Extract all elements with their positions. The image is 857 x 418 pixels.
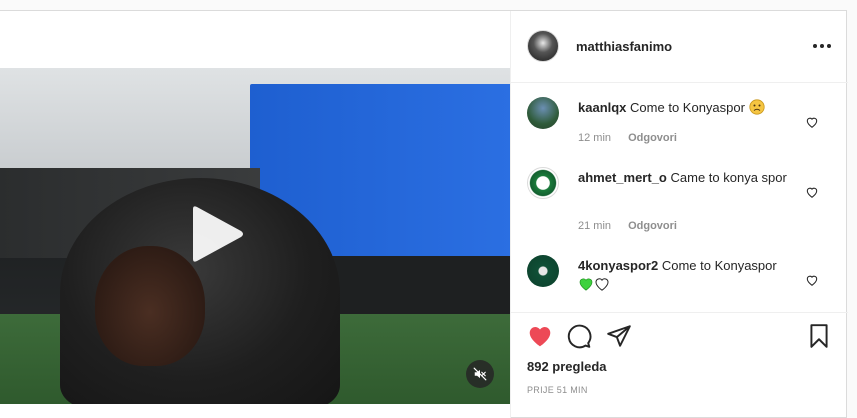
view-count[interactable]: 892 pregleda bbox=[527, 359, 607, 374]
commenter-avatar[interactable] bbox=[527, 255, 559, 287]
comment-body: Came to konya spor bbox=[670, 170, 787, 185]
post-header: matthiasfanimo bbox=[511, 11, 848, 83]
post-media bbox=[0, 11, 510, 418]
author-avatar[interactable] bbox=[527, 30, 559, 62]
comment-text: ahmet_mert_o Came to konya spor bbox=[578, 169, 798, 187]
comment-time: 21 min bbox=[578, 220, 612, 232]
comment-item: 4konyaspor2 Come to Konyaspor bbox=[527, 255, 832, 305]
speaker-muted-icon bbox=[473, 367, 487, 381]
commenter-username[interactable]: 4konyaspor2 bbox=[578, 258, 658, 273]
commenter-avatar[interactable] bbox=[527, 167, 559, 199]
more-options-icon[interactable] bbox=[811, 37, 833, 55]
commenter-avatar[interactable] bbox=[527, 97, 559, 129]
comment-item: kaanlqx Come to Konyaspor 12 min Odgovor… bbox=[527, 97, 832, 157]
comments-list: kaanlqx Come to Konyaspor 12 min Odgovor… bbox=[511, 83, 848, 312]
comment-meta: 12 min Odgovori bbox=[578, 132, 691, 144]
play-icon[interactable] bbox=[183, 203, 245, 265]
comment-like-heart-icon[interactable] bbox=[805, 115, 819, 129]
commenter-username[interactable]: kaanlqx bbox=[578, 100, 626, 115]
green-heart-emoji-icon bbox=[579, 278, 593, 291]
share-paper-plane-icon[interactable] bbox=[606, 323, 632, 349]
video-player[interactable] bbox=[0, 68, 510, 404]
reply-link[interactable]: Odgovori bbox=[628, 132, 677, 144]
comment-like-heart-icon[interactable] bbox=[805, 273, 819, 287]
save-bookmark-icon[interactable] bbox=[806, 323, 832, 349]
comment-text: 4konyaspor2 Come to Konyaspor bbox=[578, 257, 808, 293]
comment-text: kaanlqx Come to Konyaspor bbox=[578, 99, 798, 117]
comment-item: ahmet_mert_o Came to konya spor 21 min O… bbox=[527, 167, 832, 237]
mute-button[interactable] bbox=[466, 360, 494, 388]
white-heart-emoji-icon bbox=[595, 278, 609, 291]
post-actions: 892 pregleda PRIJE 51 MIN bbox=[511, 312, 848, 418]
comment-body: Come to Konyaspor bbox=[630, 100, 745, 115]
author-username[interactable]: matthiasfanimo bbox=[576, 39, 672, 54]
post-card: matthiasfanimo kaanlqx Come to Konyaspor bbox=[0, 10, 848, 418]
like-heart-filled-icon[interactable] bbox=[527, 323, 553, 349]
comment-time: 12 min bbox=[578, 132, 612, 144]
comment-body: Come to Konyaspor bbox=[661, 258, 777, 273]
post-timestamp[interactable]: PRIJE 51 MIN bbox=[527, 385, 588, 395]
post-sidebar: matthiasfanimo kaanlqx Come to Konyaspor bbox=[510, 11, 848, 418]
comment-meta: 21 min Odgovori bbox=[578, 220, 691, 232]
reply-link[interactable]: Odgovori bbox=[628, 220, 677, 232]
comment-like-heart-icon[interactable] bbox=[805, 185, 819, 199]
frowning-face-emoji-icon bbox=[748, 99, 765, 115]
commenter-username[interactable]: ahmet_mert_o bbox=[578, 170, 667, 185]
comment-bubble-icon[interactable] bbox=[566, 323, 592, 349]
